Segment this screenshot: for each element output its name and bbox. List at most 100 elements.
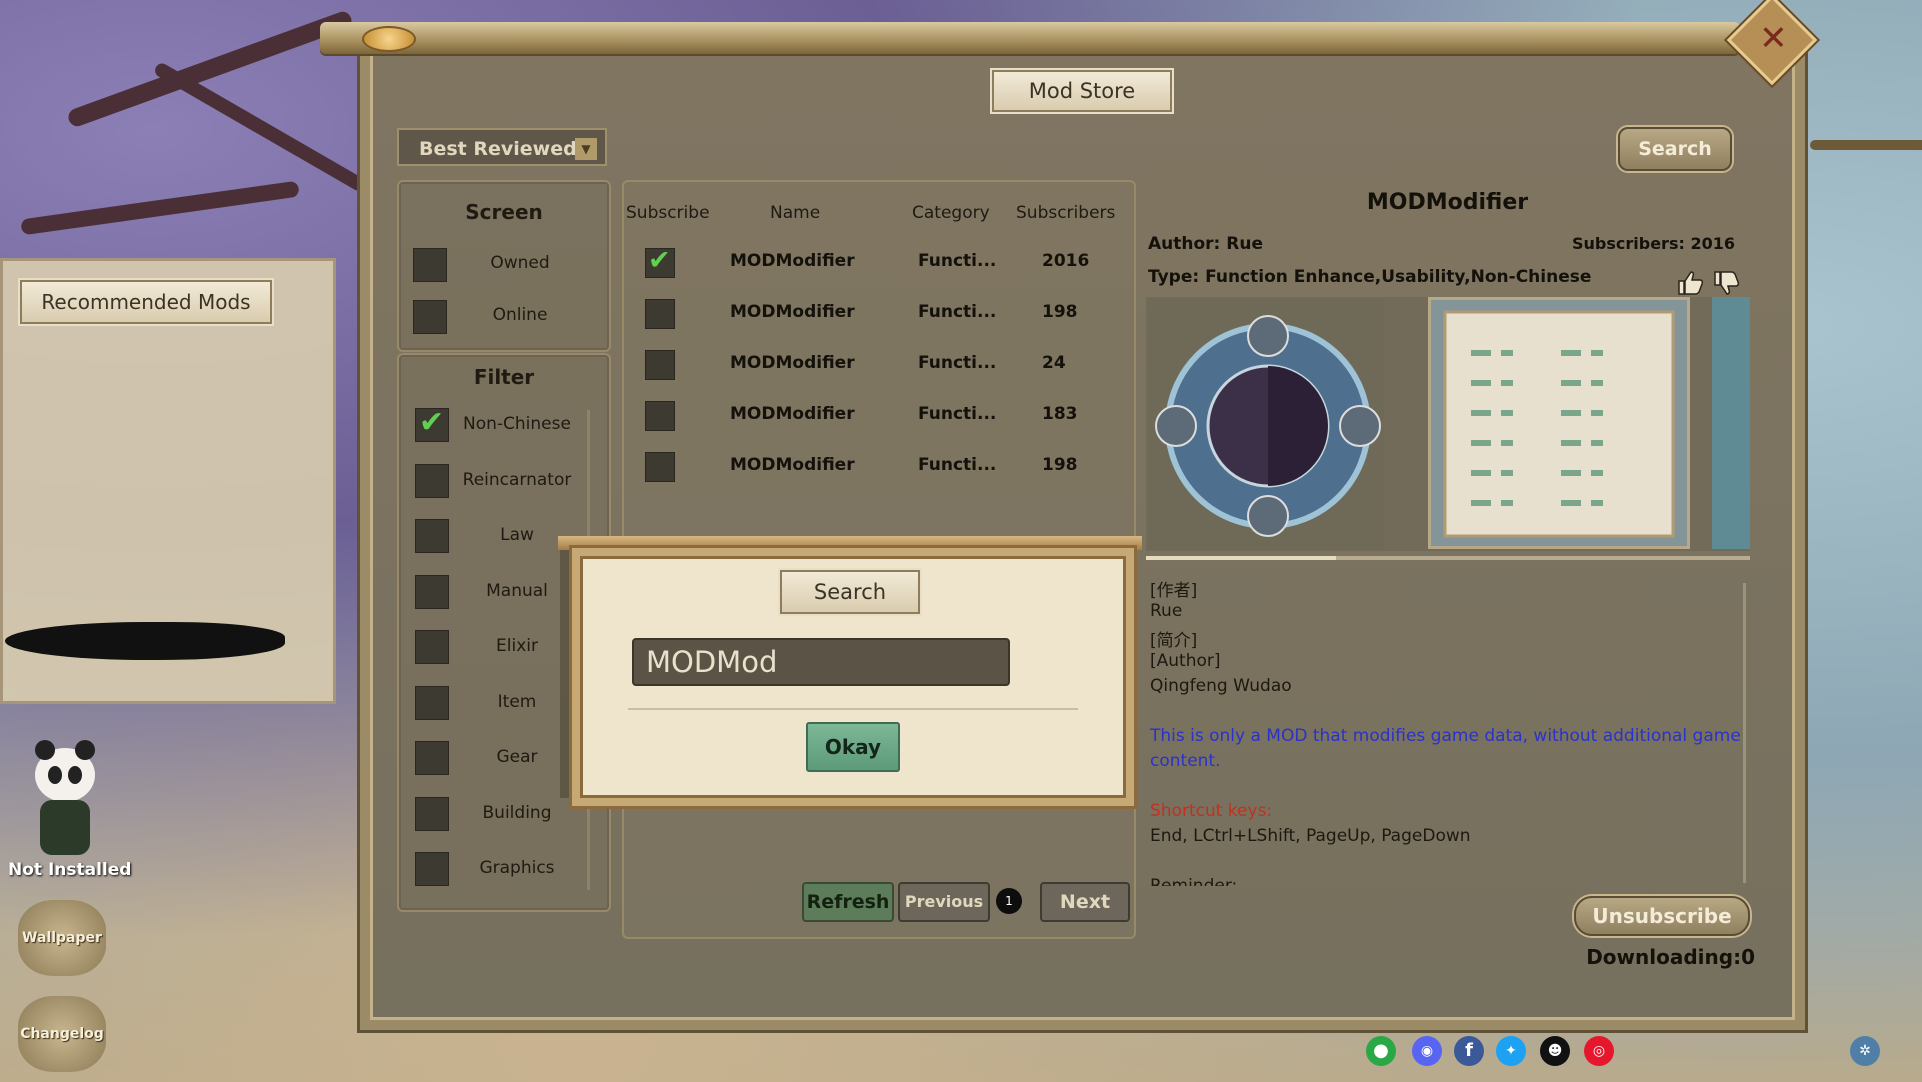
filter-checkbox[interactable] [415, 405, 449, 442]
detail-subscribers: Subscribers: 2016 [1572, 234, 1735, 253]
mod-name-cell: MODModifier [730, 404, 855, 424]
subscribe-checkbox[interactable] [645, 452, 675, 482]
thumbs-down-icon[interactable] [1712, 270, 1740, 296]
mod-screenshot-image-partial[interactable] [1712, 297, 1750, 549]
wallpaper-button[interactable]: Wallpaper [18, 900, 106, 976]
screen-panel-title: Screen [465, 200, 543, 224]
description-line: content. [1150, 751, 1221, 771]
modal-divider [628, 708, 1078, 710]
mod-category-cell: Functi... [918, 455, 997, 475]
search-modal-title: Search [780, 570, 920, 614]
subscribe-checkbox[interactable] [645, 350, 675, 380]
filter-label: Elixir [496, 636, 538, 656]
thumbs-up-icon[interactable] [1676, 270, 1704, 296]
filter-checkbox[interactable] [415, 852, 449, 886]
page-number: 1 [996, 888, 1022, 914]
owned-label: Owned [490, 253, 550, 273]
detail-title: MODModifier [1366, 190, 1529, 215]
filter-label: Graphics [479, 858, 555, 878]
filter-checkbox[interactable] [415, 574, 449, 609]
description-scrollbar[interactable] [1743, 583, 1746, 883]
sort-dropdown[interactable]: Best Reviewed ▼ [397, 128, 607, 166]
redacted-mark [5, 622, 285, 660]
description-line: [Author] [1150, 651, 1221, 671]
mod-preview-image[interactable] [1148, 298, 1384, 550]
description-line: This is only a MOD that modifies game da… [1150, 726, 1741, 746]
discord-icon[interactable]: ◉ [1412, 1036, 1442, 1066]
mod-name-cell: MODModifier [730, 455, 855, 475]
mod-screenshot-image[interactable] [1428, 297, 1690, 549]
mod-name-cell: MODModifier [730, 353, 855, 373]
filter-checkbox[interactable] [415, 519, 449, 553]
install-status: Not Installed [8, 860, 132, 880]
panda-avatar [35, 740, 95, 855]
search-button[interactable]: Search [1618, 127, 1732, 171]
search-input[interactable] [632, 638, 1010, 686]
ornament-icon [362, 26, 416, 52]
filter-label: Reincarnator [462, 469, 572, 490]
window-title: Mod Store [992, 70, 1172, 112]
okay-button[interactable]: Okay [806, 722, 900, 772]
description-line: End, LCtrl+LShift, PageUp, PageDown [1150, 826, 1471, 846]
mod-subscribers-cell: 198 [1042, 455, 1078, 475]
mod-description: [作者] Rue [简介] [Author] Qingfeng Wudao This … [1146, 566, 1746, 886]
description-line: Shortcut keys: [1150, 801, 1273, 821]
unsubscribe-button[interactable]: Unsubscribe [1574, 896, 1750, 936]
mod-category-cell: Functi... [918, 404, 997, 424]
filter-label: Item [497, 691, 537, 712]
facebook-icon[interactable]: f [1454, 1036, 1484, 1066]
settings-gear-icon[interactable]: ✲ [1850, 1036, 1880, 1066]
description-line: [简介] [1150, 631, 1198, 651]
recommended-mods-title: Recommended Mods [20, 280, 272, 324]
owned-checkbox[interactable] [413, 248, 447, 282]
col-subscribers: Subscribers [1016, 203, 1116, 223]
filter-label: Building [482, 802, 552, 823]
filter-checkbox[interactable] [415, 463, 449, 498]
subscribe-checkbox[interactable] [645, 245, 675, 278]
mod-category-cell: Functi... [918, 353, 997, 373]
detail-author: Author: Rue [1148, 234, 1263, 254]
filter-checkbox[interactable] [415, 741, 449, 775]
downloading-status: Downloading:0 [1586, 945, 1755, 969]
mod-subscribers-cell: 24 [1042, 353, 1066, 373]
close-icon: ✕ [1759, 18, 1788, 59]
col-subscribe: Subscribe [626, 203, 710, 223]
online-checkbox[interactable] [413, 300, 447, 334]
col-name: Name [770, 203, 821, 223]
filter-checkbox[interactable] [415, 630, 449, 664]
previous-button[interactable]: Previous [898, 882, 990, 922]
description-line: Reminder: [1150, 876, 1238, 886]
filter-checkbox[interactable] [415, 796, 449, 831]
mod-name-cell: MODModifier [730, 251, 855, 271]
mod-category-cell: Functi... [918, 251, 997, 271]
mod-subscribers-cell: 183 [1042, 404, 1078, 424]
gallery-scroll-thumb[interactable] [1146, 556, 1336, 560]
next-button[interactable]: Next [1040, 882, 1130, 922]
chevron-down-icon: ▼ [575, 138, 597, 160]
weibo-icon[interactable]: ◎ [1584, 1036, 1614, 1066]
col-category: Category [912, 203, 990, 223]
detail-type: Type: Function Enhance,Usability,Non-Chi… [1148, 267, 1592, 287]
filter-label: Non-Chinese [463, 414, 571, 434]
top-scroll-bar [320, 22, 1740, 54]
subscribe-checkbox[interactable] [645, 299, 675, 329]
twitter-icon[interactable]: ✦ [1496, 1036, 1526, 1066]
description-line: Qingfeng Wudao [1150, 676, 1292, 696]
subscribe-checkbox[interactable] [645, 401, 675, 431]
description-line: Rue [1150, 601, 1183, 621]
filter-label: Manual [486, 580, 548, 601]
sort-selected-value: Best Reviewed [419, 138, 577, 160]
mod-category-cell: Functi... [918, 302, 997, 322]
online-label: Online [492, 305, 548, 325]
filter-checkbox[interactable] [415, 685, 449, 720]
wechat-icon[interactable]: ● [1366, 1036, 1396, 1066]
changelog-button[interactable]: Changelog [18, 996, 106, 1072]
refresh-button[interactable]: Refresh [802, 882, 894, 922]
description-line: [作者] [1150, 581, 1198, 601]
mod-name-cell: MODModifier [730, 302, 855, 322]
mod-subscribers-cell: 198 [1042, 302, 1078, 322]
mod-subscribers-cell: 2016 [1042, 251, 1090, 271]
qq-icon[interactable]: ☻ [1540, 1036, 1570, 1066]
filter-label: Gear [496, 747, 538, 767]
filter-panel-title: Filter [473, 365, 535, 389]
